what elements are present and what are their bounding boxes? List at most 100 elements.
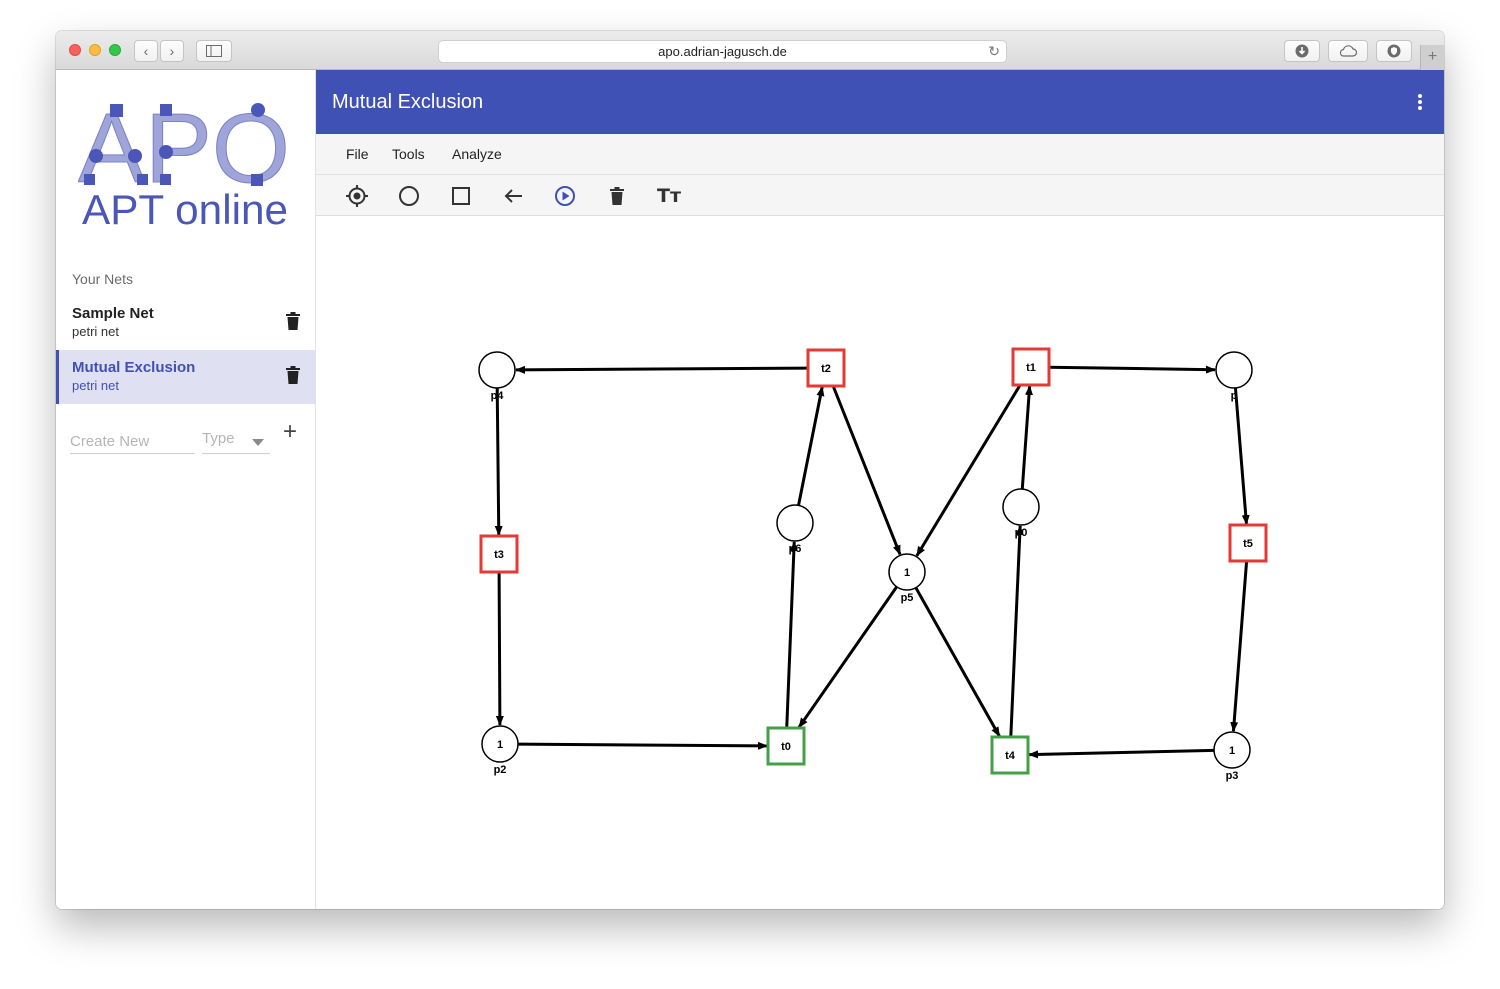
arc-tool-button[interactable] [500, 183, 526, 209]
editor-toolbar: Tт [316, 175, 1444, 216]
sidebar: APO APT online Your Nets Sample Net petr… [56, 70, 316, 909]
place-label: p4 [491, 390, 505, 402]
caret-down-icon [252, 439, 264, 446]
arc-t2-p5[interactable] [831, 385, 902, 556]
create-new-input[interactable] [70, 430, 195, 454]
arc-p-t5[interactable] [1233, 387, 1250, 526]
shield-icon [1387, 44, 1401, 58]
transition-t5[interactable]: t5 [1228, 523, 1268, 563]
arc-p6-t2[interactable] [797, 385, 825, 506]
address-bar[interactable]: apo.adrian-jagusch.de ↻ [438, 40, 1007, 63]
arc-t0-p6[interactable] [785, 540, 798, 729]
delete-tool-icon [610, 187, 624, 205]
reload-icon[interactable]: ↻ [988, 43, 1000, 60]
select-tool-icon [346, 185, 368, 207]
apo-logo: APO APT online [78, 100, 291, 230]
transition-label: t3 [494, 549, 504, 561]
downloads-button[interactable] [1284, 40, 1320, 62]
zoom-window-button[interactable] [109, 44, 121, 56]
cloud-icon [1339, 45, 1357, 57]
minimize-window-button[interactable] [89, 44, 101, 56]
transition-t1[interactable]: t1 [1011, 347, 1051, 387]
transition-tool-icon [452, 187, 470, 205]
transition-t3[interactable]: t3 [479, 534, 519, 574]
text-tool-button[interactable]: Tт [656, 183, 682, 209]
arc-t3-p2[interactable] [495, 571, 504, 727]
arc-t2-p4[interactable] [514, 365, 809, 374]
simulate-tool-button[interactable] [552, 183, 578, 209]
menu-tools[interactable]: Tools [392, 146, 425, 162]
place-label: p5 [901, 592, 914, 604]
arc-p4-t3[interactable] [494, 387, 503, 537]
place-circle[interactable] [1215, 351, 1253, 389]
add-net-button[interactable]: + [283, 420, 297, 444]
place-p2[interactable]: 1 p2 [481, 725, 519, 776]
place-p3[interactable]: 1 p3 [1213, 731, 1251, 782]
transition-t2[interactable]: t2 [806, 348, 846, 388]
download-icon [1295, 44, 1309, 58]
your-nets-heading: Your Nets [72, 271, 133, 287]
net-name: Mutual Exclusion [72, 359, 196, 376]
sidebar-toggle-button[interactable] [196, 40, 232, 62]
place-circle[interactable] [1002, 488, 1040, 526]
place-circle[interactable] [776, 504, 814, 542]
arc-t5-p3[interactable] [1230, 560, 1249, 733]
close-window-button[interactable] [69, 44, 81, 56]
arc-t1-p5[interactable] [915, 384, 1022, 557]
place-token-count: 1 [1229, 745, 1235, 757]
transition-t4[interactable]: t4 [990, 735, 1030, 775]
browser-titlebar: ‹ › apo.adrian-jagusch.de ↻ + [56, 31, 1444, 70]
place-label: p2 [494, 764, 507, 776]
arc-p5-t4[interactable] [914, 586, 1001, 737]
net-list-item-active[interactable]: Mutual Exclusion petri net [56, 350, 316, 404]
arc-t1-p[interactable] [1048, 365, 1217, 374]
transition-label: t4 [1005, 750, 1016, 762]
nodes-layer: p4 p p6 p0 1 p5 1 p2 1 p3 t2 t1 t3 t5 t0 t4 [478, 347, 1268, 782]
net-type: petri net [72, 324, 119, 339]
forward-button[interactable]: › [160, 40, 184, 62]
transition-t0[interactable]: t0 [766, 726, 806, 766]
delete-tool-button[interactable] [604, 183, 630, 209]
new-tab-button[interactable]: + [1420, 45, 1444, 70]
net-name: Sample Net [72, 305, 154, 322]
arc-tool-icon [504, 189, 522, 203]
place-p0[interactable]: p0 [1002, 488, 1040, 539]
arc-t4-p0[interactable] [1009, 524, 1024, 738]
arc-p0-t1[interactable] [1020, 384, 1033, 490]
arc-p2-t0[interactable] [517, 741, 769, 750]
url-text: apo.adrian-jagusch.de [658, 44, 787, 59]
menu-file[interactable]: File [346, 146, 369, 162]
trash-icon[interactable] [286, 366, 300, 384]
place-p[interactable]: p [1215, 351, 1253, 402]
place-label: p [1231, 390, 1238, 402]
text-tool-icon: Tт [657, 185, 681, 207]
chevron-left-icon: ‹ [143, 43, 149, 59]
transition-label: t5 [1243, 538, 1253, 550]
place-p6[interactable]: p6 [776, 504, 814, 555]
arc-p3-t4[interactable] [1028, 748, 1215, 759]
transition-tool-button[interactable] [448, 183, 474, 209]
transition-label: t1 [1026, 362, 1036, 374]
cloud-button[interactable] [1328, 40, 1368, 62]
type-select[interactable]: Type [202, 430, 270, 454]
trash-icon[interactable] [286, 312, 300, 330]
arcs-layer [494, 365, 1250, 759]
back-button[interactable]: ‹ [134, 40, 158, 62]
extension-button[interactable] [1376, 40, 1412, 62]
petri-net-canvas[interactable]: p4 p p6 p0 1 p5 1 p2 1 p3 t2 t1 t3 t5 t0 t4 [316, 217, 1444, 909]
more-vert-icon[interactable] [1418, 94, 1422, 110]
place-tool-button[interactable] [396, 183, 422, 209]
place-label: p0 [1015, 527, 1028, 539]
menu-analyze[interactable]: Analyze [452, 146, 502, 162]
place-token-count: 1 [904, 567, 910, 579]
petri-net-graph[interactable]: p4 p p6 p0 1 p5 1 p2 1 p3 t2 t1 t3 t5 t0 t4 [316, 217, 1444, 909]
logo-subtitle: APT online [82, 186, 288, 230]
net-list-item[interactable]: Sample Net petri net [56, 296, 316, 350]
arc-p5-t0[interactable] [797, 585, 898, 729]
app-bar: Mutual Exclusion [316, 70, 1444, 134]
chevron-right-icon: › [169, 43, 175, 59]
place-p4[interactable]: p4 [478, 351, 516, 402]
browser-window: ‹ › apo.adrian-jagusch.de ↻ + APO APT on… [56, 31, 1444, 909]
place-circle[interactable] [478, 351, 516, 389]
select-tool-button[interactable] [344, 183, 370, 209]
